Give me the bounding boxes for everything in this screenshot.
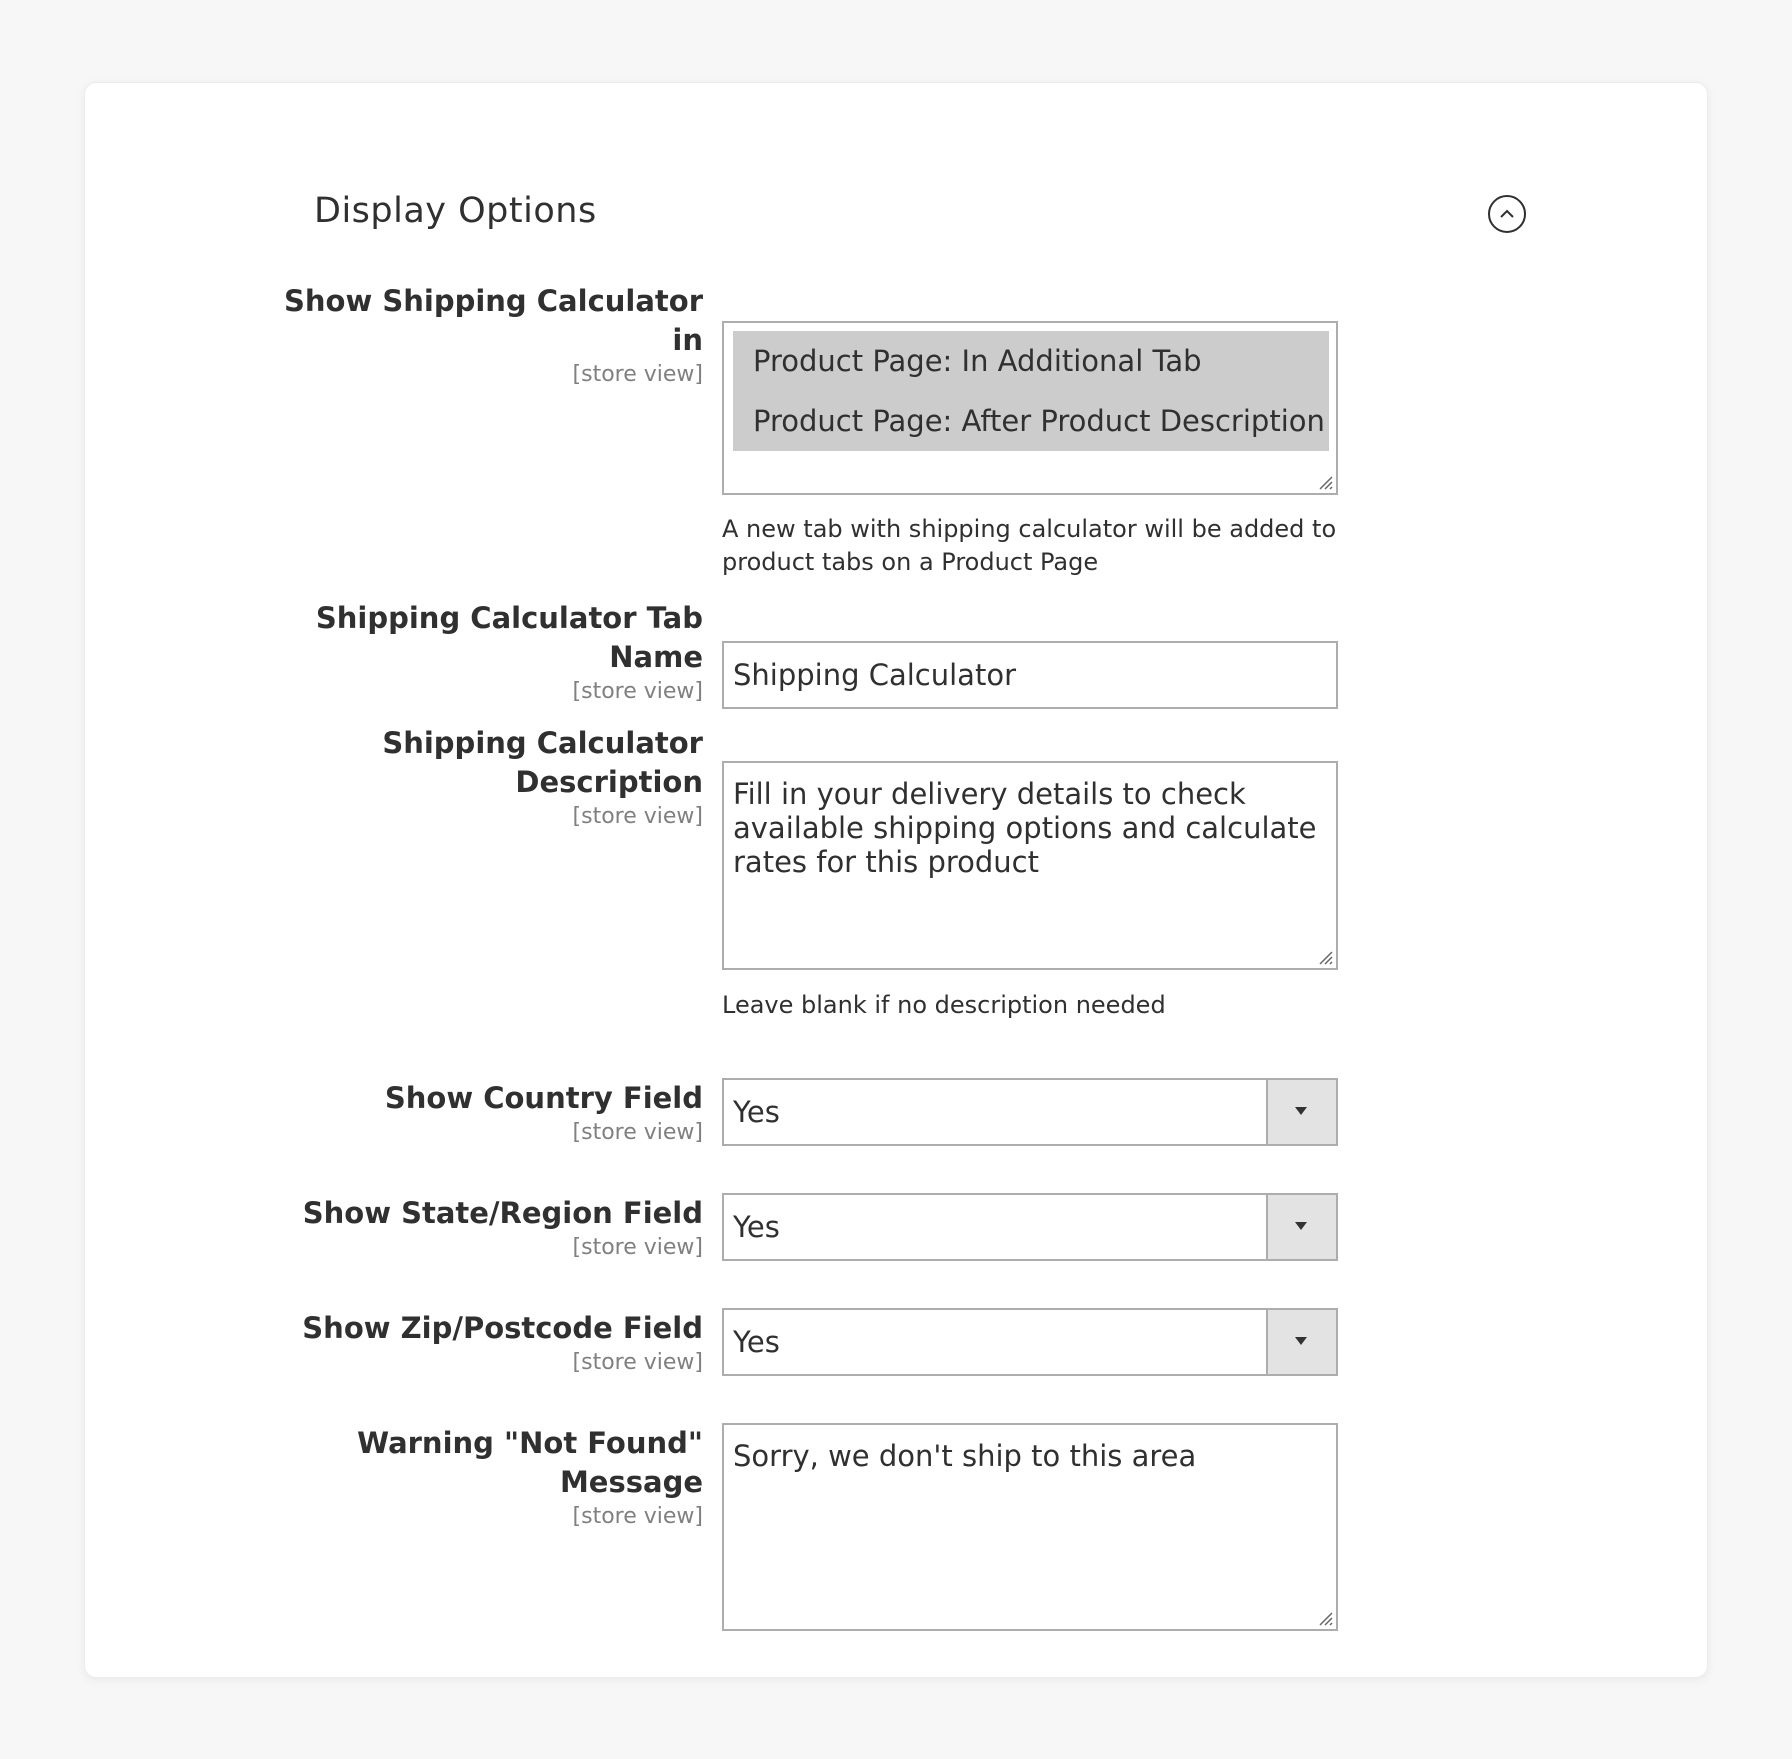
label-line: Show State/Region Field [302,1196,703,1230]
select-value: Yes [733,1210,780,1244]
field-label-show-calculator-in: Show Shipping Calculator in [store view] [284,282,703,390]
show-region-select[interactable]: Yes [722,1193,1338,1261]
note-line: product tabs on a Product Page [722,548,1099,576]
field-label-warning-message: Warning "Not Found" Message [store view] [357,1424,703,1532]
textarea-line: available shipping options and calculate [733,811,1317,845]
scope-label: [store view] [572,679,703,704]
select-toggle[interactable] [1266,1310,1336,1374]
caret-down-icon [1295,1222,1307,1230]
field-label-tab-name: Shipping Calculator Tab Name [store view… [316,599,703,707]
textarea-line: Sorry, we don't ship to this area [733,1439,1197,1473]
resize-grip-icon[interactable] [1317,949,1333,965]
scope-label: [store view] [572,1235,703,1260]
label-line: Show Zip/Postcode Field [302,1311,703,1345]
scope-label: [store view] [572,362,703,387]
caret-down-icon [1295,1337,1307,1345]
field-note-show-calculator-in: A new tab with shipping calculator will … [722,513,1336,579]
settings-card: Display Options Show Shipping Calculator… [84,82,1708,1678]
tab-name-input[interactable]: Shipping Calculator [722,641,1338,709]
resize-grip-icon[interactable] [1317,474,1333,490]
field-label-show-country: Show Country Field [store view] [385,1079,703,1148]
scope-label: [store view] [572,804,703,829]
field-note-description: Leave blank if no description needed [722,991,1166,1019]
label-line: Shipping Calculator Tab [315,601,703,635]
section-title: Display Options [314,191,597,231]
label-line: Warning "Not Found" [357,1426,703,1460]
label-line: Name [609,640,703,674]
textarea-line: Fill in your delivery details to check [733,777,1246,811]
scope-label: [store view] [572,1120,703,1145]
multiselect-option-additional-tab[interactable]: Product Page: In Additional Tab [733,331,1329,391]
scope-label: [store view] [572,1504,703,1529]
select-value: Yes [733,1325,780,1359]
label-line: Message [559,1465,703,1499]
field-label-show-region: Show State/Region Field [store view] [303,1194,703,1263]
label-line: in [672,323,703,357]
field-label-show-zip: Show Zip/Postcode Field [store view] [302,1309,703,1378]
resize-grip-icon[interactable] [1317,1610,1333,1626]
caret-down-icon [1295,1107,1307,1115]
label-line: Show Shipping Calculator [284,284,703,318]
note-line: A new tab with shipping calculator will … [722,515,1337,543]
description-textarea[interactable]: Fill in your delivery details to check a… [722,761,1338,970]
show-calculator-in-multiselect[interactable]: Product Page: In Additional Tab Product … [722,321,1338,495]
label-line: Description [515,765,703,799]
select-toggle[interactable] [1266,1195,1336,1259]
select-toggle[interactable] [1266,1080,1336,1144]
field-label-description: Shipping Calculator Description [store v… [382,724,703,832]
show-zip-select[interactable]: Yes [722,1308,1338,1376]
multiselect-option-after-description[interactable]: Product Page: After Product Description [733,391,1329,451]
label-line: Show Country Field [384,1081,703,1115]
warning-message-textarea[interactable]: Sorry, we don't ship to this area [722,1423,1338,1631]
show-country-select[interactable]: Yes [722,1078,1338,1146]
collapse-section-button[interactable] [1488,195,1526,233]
select-value: Yes [733,1095,780,1129]
label-line: Shipping Calculator [382,726,703,760]
scope-label: [store view] [572,1350,703,1375]
textarea-line: rates for this product [733,845,1040,879]
chevron-up-icon [1500,209,1514,218]
